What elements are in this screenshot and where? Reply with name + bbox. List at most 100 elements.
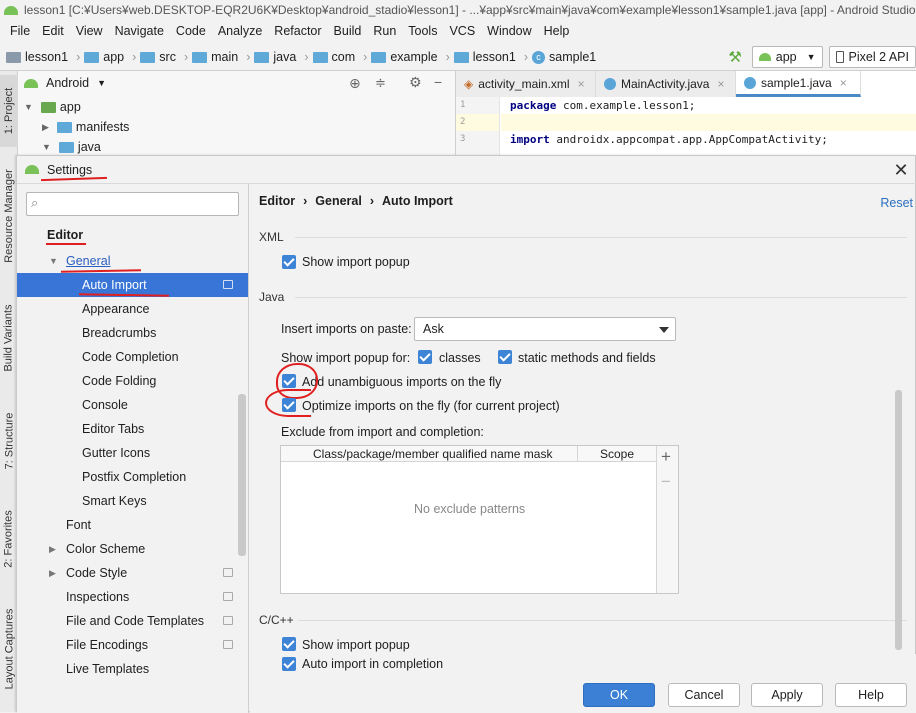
empty-table-text: No exclude patterns — [414, 502, 526, 516]
line-number: 3 — [460, 134, 466, 144]
tree-item-color-scheme[interactable]: ▶ Color Scheme — [17, 537, 248, 561]
column-header-scope[interactable]: Scope — [600, 447, 634, 461]
breadcrumb-lesson1-pkg[interactable]: lesson1 — [453, 50, 516, 64]
tool-tab-project[interactable]: 1: Project — [0, 75, 18, 147]
collapse-arrow-icon: ▶ — [42, 121, 49, 132]
breadcrumb-main[interactable]: main — [192, 50, 238, 64]
menu-build[interactable]: Build — [328, 24, 368, 38]
cpp-show-popup-label: Show import popup — [302, 638, 410, 652]
column-header-mask[interactable]: Class/package/member qualified name mask — [313, 447, 552, 461]
device-combo[interactable]: Pixel 2 API — [828, 46, 916, 68]
close-tab-icon[interactable]: × — [578, 77, 585, 91]
expand-arrow-icon: ▼ — [24, 102, 33, 112]
code-area[interactable]: package com.example.lesson1; import andr… — [510, 97, 828, 148]
tree-item-live-templates[interactable]: Live Templates — [17, 657, 248, 681]
menu-file[interactable]: File — [4, 24, 36, 38]
insert-imports-select[interactable]: Ask — [414, 317, 676, 341]
tab-activity-main-xml[interactable]: ◈ activity_main.xml × — [456, 71, 596, 97]
static-methods-checkbox[interactable] — [498, 350, 512, 364]
dropdown-arrow-icon: ▼ — [97, 78, 107, 88]
hide-icon[interactable]: − — [434, 74, 442, 90]
menu-run[interactable]: Run — [367, 24, 402, 38]
tree-item-inspections[interactable]: Inspections — [17, 585, 248, 609]
close-tab-icon[interactable]: × — [840, 76, 847, 90]
tree-item-app[interactable]: ▼ app — [24, 100, 81, 114]
menu-navigate[interactable]: Navigate — [109, 24, 170, 38]
expand-arrow-icon: ▼ — [49, 256, 58, 266]
tree-item-file-encodings[interactable]: File Encodings — [17, 633, 248, 657]
xml-show-popup-checkbox[interactable] — [282, 255, 296, 269]
reset-link[interactable]: Reset — [880, 196, 913, 210]
tree-item-java[interactable]: ▼ java — [42, 140, 101, 154]
tree-item-postfix-completion[interactable]: Postfix Completion — [17, 465, 248, 489]
class-icon — [604, 78, 616, 90]
cpp-show-popup-checkbox[interactable] — [282, 637, 296, 651]
run-config-combo[interactable]: app ▼ — [751, 46, 823, 68]
tree-scrollbar[interactable] — [238, 394, 246, 556]
tab-mainactivity-java[interactable]: MainActivity.java × — [596, 71, 736, 97]
dropdown-arrow-icon: ▼ — [806, 52, 816, 62]
remove-icon[interactable]: − — [661, 472, 671, 492]
crosshair-icon[interactable]: ⊕ — [349, 75, 361, 92]
gear-icon[interactable]: ⚙ — [409, 74, 422, 91]
apply-button[interactable]: Apply — [751, 683, 823, 707]
exclude-table[interactable]: Class/package/member qualified name mask… — [280, 445, 679, 594]
menu-help[interactable]: Help — [538, 24, 576, 38]
menu-edit[interactable]: Edit — [36, 24, 70, 38]
close-tab-icon[interactable]: × — [717, 77, 724, 91]
menu-refactor[interactable]: Refactor — [268, 24, 327, 38]
tree-item-appearance[interactable]: Appearance — [17, 297, 248, 321]
breadcrumb-example[interactable]: example — [371, 50, 438, 64]
menu-vcs[interactable]: VCS — [443, 24, 481, 38]
classes-checkbox[interactable] — [418, 350, 432, 364]
collapse-icon[interactable]: ≑ — [375, 75, 386, 91]
tree-item-code-style[interactable]: ▶ Code Style — [17, 561, 248, 585]
chevron-right-icon: › — [246, 50, 251, 64]
content-scrollbar[interactable] — [895, 390, 902, 650]
settings-search-input[interactable]: ⌕ — [26, 192, 239, 216]
menu-window[interactable]: Window — [481, 24, 537, 38]
tab-sample1-java[interactable]: sample1.java × — [736, 71, 861, 97]
breadcrumb-sample1[interactable]: c sample1 — [532, 50, 596, 64]
tree-item-breadcrumbs[interactable]: Breadcrumbs — [17, 321, 248, 345]
add-icon[interactable]: + — [661, 447, 671, 467]
tree-item-code-completion[interactable]: Code Completion — [17, 345, 248, 369]
optimize-imports-label: Optimize imports on the fly (for current… — [302, 399, 560, 413]
breadcrumb-src[interactable]: src — [140, 50, 176, 64]
window-title-bar: lesson1 [C:¥Users¥web.DESKTOP-EQR2U6K¥De… — [0, 0, 916, 20]
project-scope-icon — [223, 568, 233, 577]
module-folder-icon — [40, 101, 56, 113]
annotation-circle — [265, 389, 311, 417]
auto-import-panel: Editor › General › Auto Import Reset XML S… — [250, 184, 916, 654]
tree-item-editor-tabs[interactable]: Editor Tabs — [17, 417, 248, 441]
tree-item-gutter-icons[interactable]: Gutter Icons — [17, 441, 248, 465]
breadcrumb-lesson1[interactable]: lesson1 — [6, 50, 68, 64]
tree-item-manifests[interactable]: ▶ manifests — [42, 120, 129, 134]
tree-item-smart-keys[interactable]: Smart Keys — [17, 489, 248, 513]
help-button[interactable]: Help — [835, 683, 907, 707]
ok-button[interactable]: OK — [583, 683, 655, 707]
settings-dialog: Settings ✕ ⌕ Editor ▼ General Auto Import… — [16, 155, 916, 713]
xml-show-popup-label: Show import popup — [302, 255, 410, 269]
menu-analyze[interactable]: Analyze — [212, 24, 268, 38]
project-scope-icon — [223, 616, 233, 625]
breadcrumb-com[interactable]: com — [312, 50, 355, 64]
close-icon[interactable]: ✕ — [891, 160, 911, 180]
tree-item-file-code-templates[interactable]: File and Code Templates — [17, 609, 248, 633]
tree-item-code-folding[interactable]: Code Folding — [17, 369, 248, 393]
cpp-auto-import-checkbox[interactable] — [282, 657, 296, 671]
cancel-button[interactable]: Cancel — [668, 683, 740, 707]
breadcrumb-app[interactable]: app — [84, 50, 124, 64]
project-view-selector[interactable]: Android ▼ — [24, 76, 106, 90]
project-scope-icon — [223, 592, 233, 601]
expand-arrow-icon: ▼ — [42, 142, 51, 152]
folder-icon — [58, 141, 74, 153]
folder-icon — [254, 51, 270, 63]
tree-item-console[interactable]: Console — [17, 393, 248, 417]
hammer-icon[interactable]: ⚒ — [728, 48, 741, 66]
menu-code[interactable]: Code — [170, 24, 212, 38]
menu-tools[interactable]: Tools — [402, 24, 443, 38]
tree-item-font[interactable]: Font — [17, 513, 248, 537]
breadcrumb-java[interactable]: java — [254, 50, 296, 64]
menu-view[interactable]: View — [70, 24, 109, 38]
